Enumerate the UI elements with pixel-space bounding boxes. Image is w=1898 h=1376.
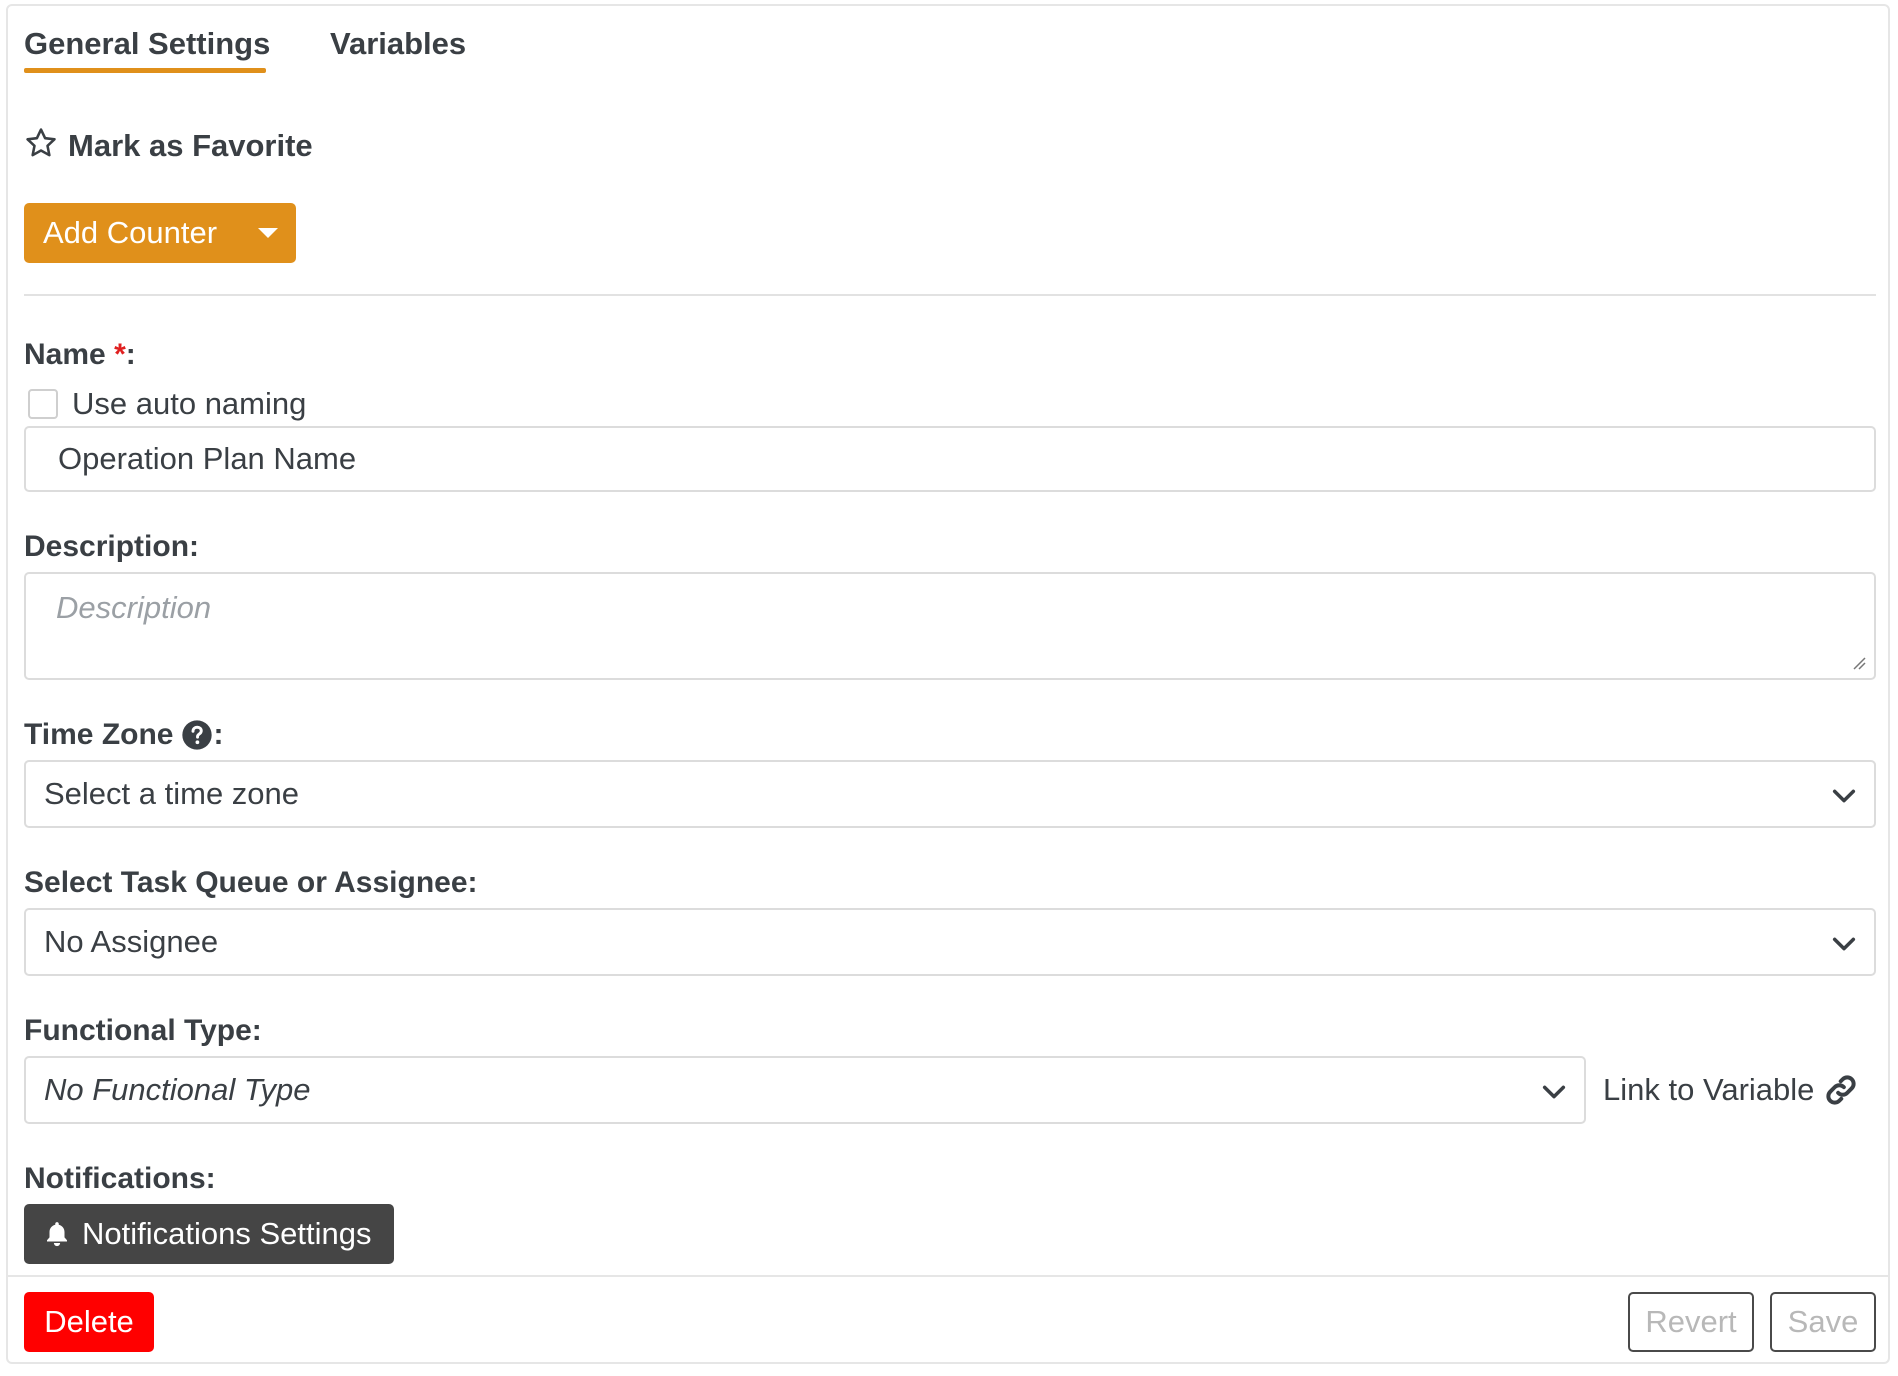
- name-input-value: Operation Plan Name: [58, 441, 357, 476]
- add-counter-label: Add Counter: [43, 215, 218, 250]
- description-textarea[interactable]: Description: [24, 572, 1876, 680]
- question-circle-icon[interactable]: [181, 719, 213, 751]
- section-divider: [24, 294, 1876, 296]
- mark-favorite-toggle[interactable]: Mark as Favorite: [24, 126, 313, 165]
- bell-icon: [42, 1219, 72, 1249]
- notifications-field-label: Notifications:: [24, 1162, 216, 1195]
- name-field-label: Name *:: [24, 338, 136, 371]
- notifications-settings-button[interactable]: Notifications Settings: [24, 1204, 394, 1264]
- mark-favorite-label: Mark as Favorite: [68, 127, 313, 163]
- add-counter-button[interactable]: Add Counter: [24, 203, 296, 263]
- link-to-variable-button[interactable]: Link to Variable: [1603, 1072, 1858, 1108]
- caret-down-icon: [258, 228, 278, 238]
- auto-naming-checkbox[interactable]: [28, 389, 58, 419]
- footer-divider: [8, 1275, 1888, 1277]
- auto-naming-option[interactable]: Use auto naming: [28, 386, 306, 422]
- functional-type-field-label: Functional Type:: [24, 1014, 262, 1047]
- resize-grip-icon[interactable]: [1852, 656, 1866, 670]
- time-zone-value: Select a time zone: [44, 776, 300, 811]
- chevron-down-icon: [1542, 1085, 1566, 1099]
- chevron-down-icon: [1832, 789, 1856, 803]
- time-zone-select[interactable]: Select a time zone: [24, 760, 1876, 828]
- link-to-variable-label: Link to Variable: [1603, 1072, 1815, 1107]
- star-outline-icon: [24, 126, 58, 165]
- required-indicator: *: [114, 338, 126, 371]
- description-field-label: Description:: [24, 530, 200, 563]
- functional-type-value: No Functional Type: [44, 1072, 311, 1107]
- notifications-settings-label: Notifications Settings: [82, 1216, 372, 1251]
- revert-button[interactable]: Revert: [1628, 1292, 1754, 1352]
- assignee-field-label: Select Task Queue or Assignee:: [24, 866, 478, 899]
- link-icon: [1824, 1073, 1858, 1107]
- chevron-down-icon: [1832, 937, 1856, 951]
- active-tab-indicator: [24, 68, 266, 73]
- save-button[interactable]: Save: [1770, 1292, 1876, 1352]
- tab-variables[interactable]: Variables: [330, 26, 466, 62]
- assignee-select[interactable]: No Assignee: [24, 908, 1876, 976]
- delete-button[interactable]: Delete: [24, 1292, 154, 1352]
- auto-naming-label: Use auto naming: [72, 386, 307, 421]
- functional-type-select[interactable]: No Functional Type: [24, 1056, 1586, 1124]
- tab-general-settings[interactable]: General Settings: [24, 26, 270, 62]
- time-zone-field-label: Time Zone :: [24, 718, 224, 751]
- description-placeholder: Description: [56, 590, 212, 625]
- assignee-value: No Assignee: [44, 924, 219, 959]
- name-input[interactable]: Operation Plan Name: [24, 426, 1876, 492]
